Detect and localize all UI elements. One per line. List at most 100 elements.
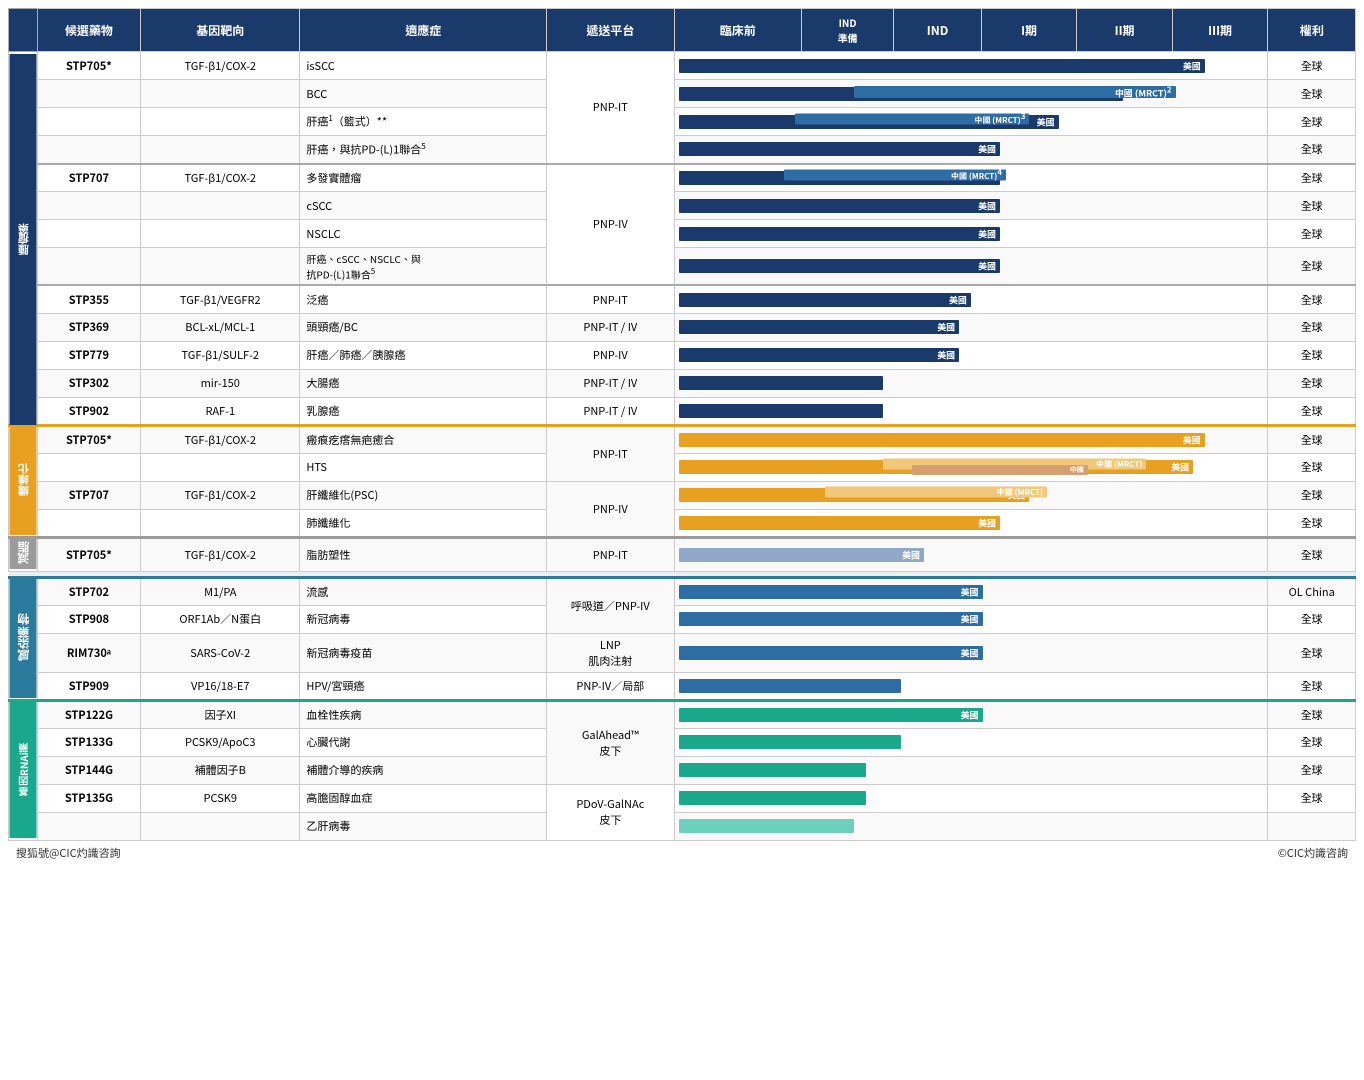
gene-stp355: TGF-β1/VEGFR2 xyxy=(141,285,300,313)
rights-25: 全球 xyxy=(1268,756,1356,784)
table-row: STP909 VP16/18-E7 HPV/宮頸癌 PNP-IV／局部 全球 xyxy=(9,672,1356,700)
rights-6: 全球 xyxy=(1268,192,1356,220)
rights-7: 全球 xyxy=(1268,220,1356,248)
indication-hbv: 乙肝病毒 xyxy=(300,812,547,840)
table-row: STP302 mir-150 大腸癌 PNP-IT / IV 全球 xyxy=(9,369,1356,397)
rights-24: 全球 xyxy=(1268,728,1356,756)
indication-liver1: 肝癌1（籃式）** xyxy=(300,108,547,136)
gene-empty-6 xyxy=(141,248,300,286)
indication-hts: HTS xyxy=(300,453,547,481)
drug-stp705-m: STP705* xyxy=(37,537,140,571)
table-row: HTS 美國 中國 (MRCT) 中國 全球 xyxy=(9,453,1356,481)
drug-empty-2 xyxy=(37,108,140,136)
table-row: 乙肝病毒 xyxy=(9,812,1356,840)
indication-hpv: HPV/宮頸癌 xyxy=(300,672,547,700)
rights-10: 全球 xyxy=(1268,313,1356,341)
rights-17: 全球 xyxy=(1268,509,1356,537)
rights-1: 全球 xyxy=(1268,52,1356,80)
gene-stp909: VP16/18-E7 xyxy=(141,672,300,700)
drug-stp144g: STP144G xyxy=(37,756,140,784)
rights-18: 全球 xyxy=(1268,537,1356,571)
indication-psc: 肝纖維化(PSC) xyxy=(300,481,547,509)
table-row: STP707 TGF-β1/COX-2 肝纖維化(PSC) PNP-IV 美國 … xyxy=(9,481,1356,509)
drug-empty-f2 xyxy=(37,509,140,537)
indication-vaccine: 新冠病毒疫苗 xyxy=(300,633,547,672)
table-row: 腫瘤藥 STP705* TGF-β1/COX-2 isSCC PNP-IT 美國… xyxy=(9,52,1356,80)
delivery-stp779: PNP-IV xyxy=(547,341,674,369)
gene-empty-3 xyxy=(141,136,300,164)
gene-stp122g: 因子XI xyxy=(141,700,300,728)
table-row: STP355 TGF-β1/VEGFR2 泛癌 PNP-IT 美國 全球 xyxy=(9,285,1356,313)
indication-lung-fib: 肺纖維化 xyxy=(300,509,547,537)
drug-stp122g: STP122G xyxy=(37,700,140,728)
drug-stp705-f: STP705* xyxy=(37,425,140,453)
drug-stp705-1: STP705* xyxy=(37,52,140,80)
gene-stp705-f: TGF-β1/COX-2 xyxy=(141,425,300,453)
timeline-scar: 美國 xyxy=(674,425,1268,453)
drug-empty-4 xyxy=(37,192,140,220)
drug-stp135g: STP135G xyxy=(37,784,140,812)
phase1-header: I期 xyxy=(981,9,1077,52)
ind-prep-header: IND準備 xyxy=(801,9,893,52)
drug-stp133g: STP133G xyxy=(37,728,140,756)
delivery-stp707-f: PNP-IV xyxy=(547,481,674,537)
gene-stp908: ORF1Ab／N蛋白 xyxy=(141,605,300,633)
drug-empty-f1 xyxy=(37,453,140,481)
cat-metabolic: 減脂 xyxy=(9,537,38,571)
drug-empty-g xyxy=(37,812,140,840)
drug-stp355: STP355 xyxy=(37,285,140,313)
delivery-rim730: LNP肌肉注射 xyxy=(547,633,674,672)
delivery-stp902: PNP-IT / IV xyxy=(547,397,674,425)
delivery-stp355: PNP-IT xyxy=(547,285,674,313)
drug-rim730: RIM730ᵃ xyxy=(37,633,140,672)
rights-27 xyxy=(1268,812,1356,840)
table-row: 感染藥物 STP702 M1/PA 流感 呼吸道／PNP-IV 美國 OL Ch… xyxy=(9,577,1356,605)
timeline-psc: 美國 中國 (MRCT) xyxy=(674,481,1268,509)
table-row: 纖維化 STP705* TGF-β1/COX-2 瘢痕疙瘩無疤癒合 PNP-IT… xyxy=(9,425,1356,453)
drug-stp909: STP909 xyxy=(37,672,140,700)
footer: 搜狐號@CIC灼識咨詢 ©CIC灼識咨詢 xyxy=(8,841,1356,865)
delivery-stp135g: PDoV-GalNAc皮下 xyxy=(547,784,674,840)
timeline-colon xyxy=(674,369,1268,397)
indication-combo2: 肝癌、cSCC、NSCLC、與抗PD-(L)1聯合5 xyxy=(300,248,547,286)
gene-empty-5 xyxy=(141,220,300,248)
gene-stp902: RAF-1 xyxy=(141,397,300,425)
timeline-cholesterol xyxy=(674,784,1268,812)
rights-4: 全球 xyxy=(1268,136,1356,164)
timeline-liver1: 美國 中國 (MRCT)3 xyxy=(674,108,1268,136)
indication-flu: 流感 xyxy=(300,577,547,605)
delivery-header: 遞送平台 xyxy=(547,9,674,52)
table-row: 肝癌1（籃式）** 美國 中國 (MRCT)3 全球 xyxy=(9,108,1356,136)
gene-empty-1 xyxy=(141,80,300,108)
drug-empty-5 xyxy=(37,220,140,248)
timeline-thrombosis: 美國 xyxy=(674,700,1268,728)
timeline-vaccine: 美國 xyxy=(674,633,1268,672)
indication-complement: 補體介導的疾病 xyxy=(300,756,547,784)
drug-header: 候選藥物 xyxy=(37,9,140,52)
rights-5: 全球 xyxy=(1268,164,1356,192)
timeline-combo2: 美國 xyxy=(674,248,1268,286)
table-row: 基因RNAi藥 STP122G 因子XI 血栓性疾病 GalAhead™皮下 美… xyxy=(9,700,1356,728)
phase3-header: III期 xyxy=(1172,9,1268,52)
drug-stp779: STP779 xyxy=(37,341,140,369)
rights-26: 全球 xyxy=(1268,784,1356,812)
rights-11: 全球 xyxy=(1268,341,1356,369)
gene-stp779: TGF-β1/SULF-2 xyxy=(141,341,300,369)
gene-stp135g: PCSK9 xyxy=(141,784,300,812)
timeline-cscc: 美國 xyxy=(674,192,1268,220)
timeline-lung-fib: 美國 xyxy=(674,509,1268,537)
delivery-stp909: PNP-IV／局部 xyxy=(547,672,674,700)
gene-empty-f2 xyxy=(141,509,300,537)
indication-covid: 新冠病毒 xyxy=(300,605,547,633)
pipeline-table: 候選藥物 基因靶向 適應症 遞送平台 臨床前 IND準備 IND I期 II期 … xyxy=(8,8,1356,841)
cat-fibrosis: 纖維化 xyxy=(9,425,38,537)
rights-16: 全球 xyxy=(1268,481,1356,509)
footer-right: ©CIC灼識咨詢 xyxy=(1278,845,1348,861)
gene-stp369: BCL-xL/MCL-1 xyxy=(141,313,300,341)
ind-header: IND xyxy=(894,9,982,52)
rights-8: 全球 xyxy=(1268,248,1356,286)
timeline-hbv xyxy=(674,812,1268,840)
drug-empty-3 xyxy=(37,136,140,164)
timeline-complement xyxy=(674,756,1268,784)
table-row: STP369 BCL-xL/MCL-1 頭頸癌/BC PNP-IT / IV 美… xyxy=(9,313,1356,341)
